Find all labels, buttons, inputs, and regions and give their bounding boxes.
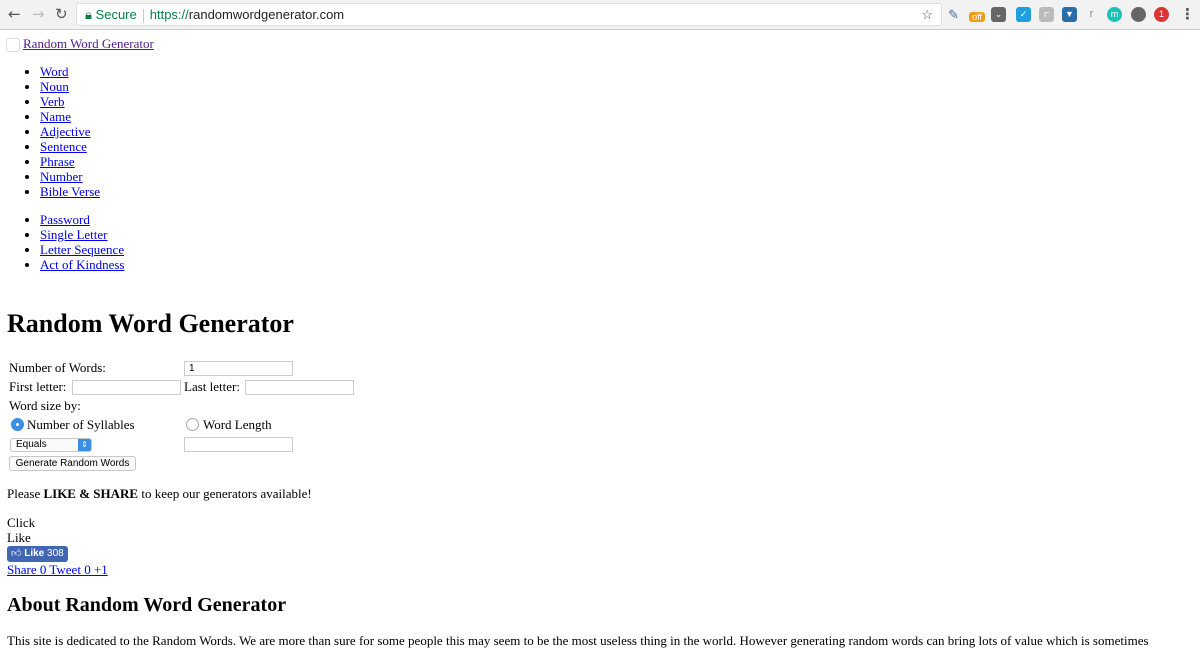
- browser-toolbar: ← → ↻ 🔒︎ Secure https://randomwordgenerat…: [0, 0, 1200, 30]
- bookmark-star-icon[interactable]: ☆: [921, 4, 933, 25]
- bookmark-extension-icon[interactable]: ▼: [1062, 7, 1077, 22]
- generate-button[interactable]: Generate Random Words: [9, 456, 136, 471]
- about-title: About Random Word Generator: [7, 594, 287, 616]
- lock-icon: 🔒︎: [85, 7, 92, 22]
- nav-password[interactable]: Password: [40, 212, 90, 227]
- first-letter-input[interactable]: [72, 380, 181, 395]
- facebook-like-button[interactable]: 👍︎ Like 308: [7, 546, 68, 562]
- nav-secondary: Password Single Letter Letter Sequence A…: [0, 212, 125, 272]
- nav-phrase[interactable]: Phrase: [40, 154, 75, 169]
- syllables-radio-label[interactable]: Number of Syllables: [27, 417, 135, 433]
- nav-primary: Word Noun Verb Name Adjective Sentence P…: [0, 64, 100, 199]
- nav-bible-verse[interactable]: Bible Verse: [40, 184, 100, 199]
- menu-icon[interactable]: ⋮: [1180, 5, 1195, 23]
- secure-label: Secure: [95, 7, 137, 22]
- first-letter-label: First letter:: [9, 379, 67, 394]
- nav-act-of-kindness[interactable]: Act of Kindness: [40, 257, 125, 272]
- url-scheme: https://: [149, 7, 189, 22]
- thumbs-up-icon: 👍︎: [11, 548, 22, 559]
- like-count: 308: [47, 548, 64, 559]
- click-text: Click: [7, 515, 36, 530]
- word-length-radio[interactable]: [186, 418, 199, 431]
- eyedropper-extension-icon[interactable]: ✎: [946, 7, 961, 22]
- nav-name[interactable]: Name: [40, 109, 71, 124]
- word-size-label: Word size by:: [9, 398, 81, 413]
- nav-noun[interactable]: Noun: [40, 79, 69, 94]
- nav-word[interactable]: Word: [40, 64, 69, 79]
- nav-sentence[interactable]: Sentence: [40, 139, 87, 154]
- about-text: This site is dedicated to the Random Wor…: [7, 633, 1149, 648]
- globe-extension-icon[interactable]: [1131, 7, 1146, 22]
- like-text: Like: [7, 530, 31, 545]
- share-links[interactable]: Share 0 Tweet 0 +1: [7, 562, 108, 578]
- nav-adjective[interactable]: Adjective: [40, 124, 91, 139]
- syllables-radio[interactable]: [11, 418, 24, 431]
- select-chevron-icon: ⇕: [78, 439, 91, 451]
- word-length-radio-label[interactable]: Word Length: [203, 417, 272, 433]
- num-words-input[interactable]: 1: [184, 361, 293, 376]
- num-words-label: Number of Words:: [9, 360, 106, 375]
- m-extension-icon[interactable]: m: [1107, 7, 1122, 22]
- nav-number[interactable]: Number: [40, 169, 83, 184]
- pocket-extension-icon[interactable]: ⌄: [991, 7, 1006, 22]
- word-length-input[interactable]: [184, 437, 293, 452]
- url-host: randomwordgenerator.com: [188, 7, 345, 22]
- back-icon[interactable]: ←: [8, 5, 21, 23]
- check-extension-icon[interactable]: ✓: [1016, 7, 1031, 22]
- logo-image-icon: [6, 38, 20, 52]
- last-letter-input[interactable]: [245, 380, 354, 395]
- reload-icon[interactable]: ↻: [55, 5, 68, 23]
- share-prompt: Please LIKE & SHARE to keep our generato…: [7, 486, 312, 501]
- forward-icon[interactable]: →: [32, 5, 45, 23]
- extension-badge: 1: [1158, 9, 1164, 19]
- off-extension-icon[interactable]: off: [969, 12, 985, 22]
- select-value: Equals: [16, 439, 47, 450]
- nav-letter-sequence[interactable]: Letter Sequence: [40, 242, 124, 257]
- r-extension-icon[interactable]: r: [1084, 7, 1099, 22]
- logo-link[interactable]: Random Word Generator: [23, 36, 154, 52]
- last-letter-label: Last letter:: [184, 379, 240, 394]
- nav-single-letter[interactable]: Single Letter: [40, 227, 108, 242]
- address-bar[interactable]: 🔒︎ Secure https://randomwordgenerator.com…: [76, 3, 942, 26]
- opera-extension-icon[interactable]: 1: [1154, 7, 1169, 22]
- page-title: Random Word Generator: [7, 309, 294, 338]
- grammar-extension-icon[interactable]: ꭈ: [1039, 7, 1054, 22]
- nav-verb[interactable]: Verb: [40, 94, 65, 109]
- syllable-compare-select[interactable]: Equals ⇕: [10, 438, 92, 452]
